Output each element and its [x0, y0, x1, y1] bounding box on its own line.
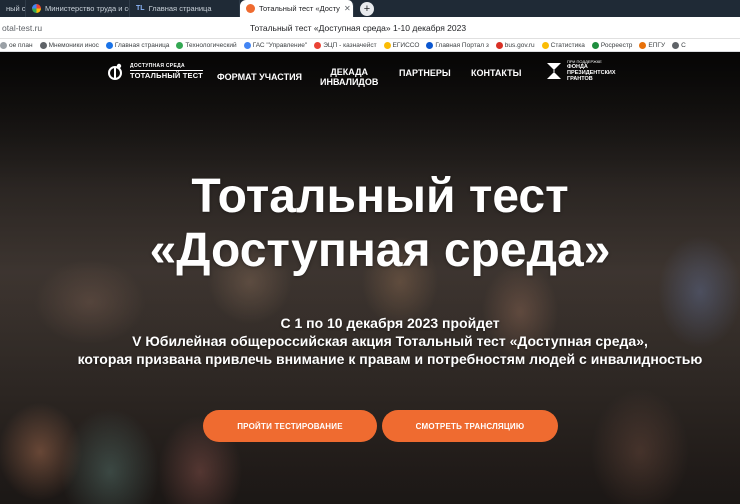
- bookmark-favicon-icon: [39, 41, 47, 49]
- tab-label: ный с: [6, 4, 26, 13]
- bookmark-item[interactable]: ЭЦП - казначейст: [314, 41, 377, 49]
- browser-tab[interactable]: Министерство труда и со: [26, 0, 130, 17]
- logo-mark-icon: [108, 63, 122, 80]
- nav-link-contacts[interactable]: КОНТАКТЫ: [471, 68, 521, 78]
- site-favicon-icon: [246, 4, 255, 13]
- bookmark-label: ЭЦП - казначейст: [323, 41, 377, 49]
- bookmark-favicon-icon: [0, 41, 7, 49]
- website-page: ДОСТУПНАЯ СРЕДА ТОТАЛЬНЫЙ ТЕСТ ФОРМАТ УЧ…: [0, 52, 740, 504]
- logo-big-text: ТОТАЛЬНЫЙ ТЕСТ: [130, 71, 203, 81]
- hero-title: Тотальный тест «Доступная среда»: [0, 170, 740, 278]
- bookmark-label: Росреестр: [600, 41, 633, 49]
- bookmark-item[interactable]: Статистика: [541, 41, 585, 49]
- bookmarks-bar: ое план Мнемоники инос Главная страница Тех…: [0, 39, 740, 52]
- hero-title-line2: «Доступная среда»: [149, 223, 611, 277]
- bookmark-favicon-icon: [639, 41, 647, 49]
- take-test-button[interactable]: ПРОЙТИ ТЕСТИРОВАНИЕ: [203, 410, 377, 442]
- bookmark-label: ГАС "Управление": [252, 41, 308, 49]
- close-tab-icon[interactable]: ✕: [344, 4, 351, 13]
- hero-sub-line1: С 1 по 10 декабря 2023 пройдет: [280, 315, 500, 331]
- bookmark-item[interactable]: Мнемоники инос: [39, 41, 99, 49]
- bookmark-label: Главная Портал з: [435, 41, 489, 49]
- bookmark-label: bus.gov.ru: [504, 41, 535, 49]
- hero-sub-line3: которая призвана привлечь внимание к пра…: [77, 351, 703, 368]
- bookmark-label: Технологический: [185, 41, 237, 49]
- bookmark-favicon-icon: [426, 41, 434, 49]
- bookmark-item[interactable]: Главная Портал з: [426, 41, 489, 49]
- bookmark-label: Главная страница: [114, 41, 170, 49]
- browser-tab[interactable]: TL Главная страница: [130, 0, 240, 17]
- tl-icon: TL: [136, 5, 145, 12]
- bookmark-item[interactable]: С: [672, 41, 686, 49]
- bookmark-item[interactable]: Росреестр: [591, 41, 633, 49]
- browser-tab-active[interactable]: Тотальный тест «Досту ✕: [240, 0, 354, 17]
- bookmark-favicon-icon: [314, 41, 322, 49]
- bookmark-item[interactable]: ЕГИССО: [383, 41, 420, 49]
- url-text[interactable]: otal-test.ru: [0, 23, 250, 33]
- bookmark-favicon-icon: [591, 41, 599, 49]
- nav-link-partners[interactable]: ПАРТНЕРЫ: [399, 68, 451, 78]
- chrome-icon: [32, 4, 41, 13]
- bookmark-label: Статистика: [550, 41, 585, 49]
- bookmark-favicon-icon: [105, 41, 113, 49]
- bookmark-favicon-icon: [383, 41, 391, 49]
- tab-label: Министерство труда и со: [45, 4, 130, 13]
- page-title-tooltip: Тотальный тест «Доступная среда» 1-10 де…: [250, 22, 467, 33]
- bookmark-item[interactable]: Главная страница: [105, 41, 170, 49]
- site-header: ДОСТУПНАЯ СРЕДА ТОТАЛЬНЫЙ ТЕСТ ФОРМАТ УЧ…: [0, 52, 740, 102]
- new-tab-icon[interactable]: +: [360, 2, 374, 16]
- bookmark-label: ое план: [9, 41, 33, 49]
- bookmark-label: Мнемоники инос: [48, 41, 99, 49]
- bookmark-label: ЕГИССО: [392, 41, 420, 49]
- bookmark-favicon-icon: [495, 41, 503, 49]
- hero-sub-line2: V Юбилейная общероссийская акция Тотальн…: [132, 333, 648, 350]
- browser-tab[interactable]: ный с: [0, 0, 26, 17]
- bookmark-favicon-icon: [541, 41, 549, 49]
- hero-subtitle: С 1 по 10 декабря 2023 пройдет V Юбилейн…: [20, 314, 740, 369]
- tab-label: Тотальный тест «Досту: [259, 4, 340, 13]
- bookmark-item[interactable]: bus.gov.ru: [495, 41, 535, 49]
- bookmark-favicon-icon: [176, 41, 184, 49]
- grant-fund-icon: [547, 63, 561, 80]
- bookmark-item[interactable]: ГАС "Управление": [243, 41, 308, 49]
- bookmark-label: С: [681, 41, 686, 49]
- nav-link-format[interactable]: ФОРМАТ УЧАСТИЯ: [217, 72, 302, 82]
- bookmark-label: ЕПГУ: [648, 41, 666, 49]
- logo-small-text: ДОСТУПНАЯ СРЕДА: [130, 64, 203, 72]
- tab-label: Главная страница: [148, 4, 212, 13]
- nav-link-decade[interactable]: ДЕКАДА ИНВАЛИДОВ: [320, 67, 378, 88]
- bookmark-favicon-icon: [243, 41, 251, 49]
- watch-stream-button[interactable]: СМОТРЕТЬ ТРАНСЛЯЦИЮ: [382, 410, 558, 442]
- address-bar[interactable]: otal-test.ru Тотальный тест «Доступная с…: [0, 17, 740, 39]
- bookmark-item[interactable]: ЕПГУ: [639, 41, 666, 49]
- bookmark-item[interactable]: ое план: [0, 41, 33, 49]
- grant-text-3: ГРАНТОВ: [567, 76, 593, 83]
- presidential-grants-logo[interactable]: ПРИ ПОДДЕРЖКЕ ФОНДА ПРЕЗИДЕНТСКИХ ГРАНТО…: [545, 59, 616, 83]
- site-logo[interactable]: ДОСТУПНАЯ СРЕДА ТОТАЛЬНЫЙ ТЕСТ: [106, 62, 203, 82]
- browser-tab-strip: ный с Министерство труда и со TL Главная…: [0, 0, 740, 17]
- hero-title-line1: Тотальный тест: [191, 170, 569, 223]
- bookmark-favicon-icon: [672, 41, 680, 49]
- bookmark-item[interactable]: Технологический: [176, 41, 237, 49]
